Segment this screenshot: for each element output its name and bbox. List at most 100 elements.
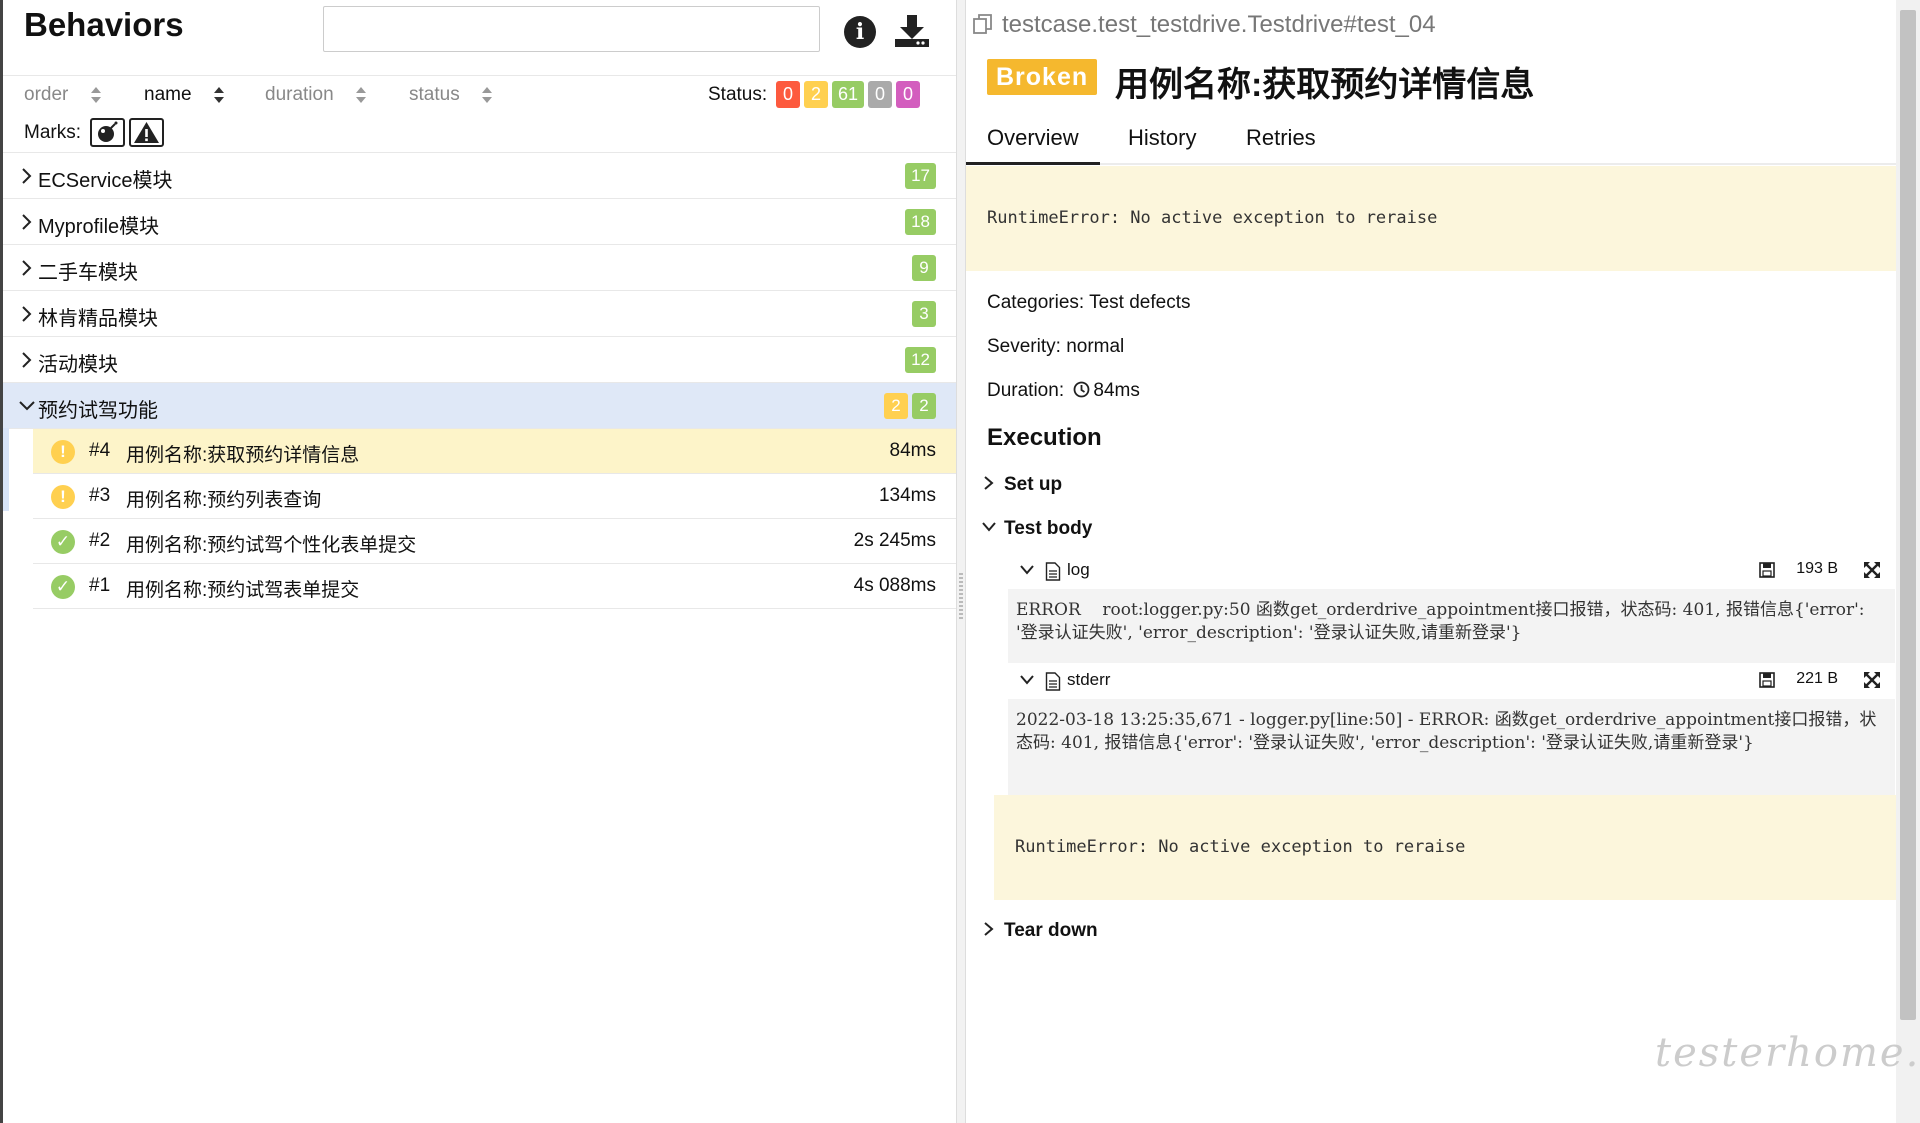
- tab-retries[interactable]: Retries: [1225, 125, 1337, 165]
- sort-bar: order name duration status Status: 0 2 6…: [3, 75, 956, 115]
- attachment-name: stderr: [1067, 670, 1111, 689]
- test-details-pane: testcase.test_testdrive.Testdrive#test_0…: [966, 0, 1896, 1123]
- sort-status-label: status: [409, 84, 460, 105]
- tree-group-label: ECService模块: [38, 170, 173, 192]
- status-broken-badge[interactable]: 2: [804, 81, 828, 108]
- teardown-step[interactable]: Tear down: [982, 920, 1098, 942]
- attachment-header[interactable]: stderr 221 B: [1008, 663, 1895, 699]
- vertical-scrollbar[interactable]: [1896, 0, 1920, 1123]
- test-case-number: #4: [89, 440, 111, 461]
- status-filter-label: Status:: [708, 84, 768, 105]
- duration-text: Duration: 84ms: [987, 380, 1140, 402]
- chevron-down-icon: [19, 401, 35, 411]
- chevron-down-icon: [982, 522, 996, 532]
- attachment-log: log 193 B ERROR root:logger.py:50 函数get_…: [1008, 553, 1895, 663]
- group-count-badge: 9: [912, 255, 936, 281]
- test-uid[interactable]: testcase.test_testdrive.Testdrive#test_0…: [972, 11, 1436, 39]
- chevron-right-icon: [22, 214, 32, 230]
- tree-group-expanded[interactable]: 预约试驾功能 2 2: [3, 383, 956, 429]
- status-passed-badge[interactable]: 61: [832, 81, 865, 108]
- search-input[interactable]: [323, 6, 820, 52]
- chevron-down-icon: [1020, 675, 1034, 685]
- test-case-row[interactable]: ✓ #1 用例名称:预约试驾表单提交 4s 088ms: [33, 564, 956, 609]
- test-case-row[interactable]: ! #3 用例名称:预约列表查询 134ms: [33, 474, 956, 519]
- sort-name[interactable]: name: [144, 84, 225, 106]
- test-case-duration: 4s 088ms: [853, 575, 936, 596]
- save-icon[interactable]: [1759, 562, 1775, 578]
- test-case-row[interactable]: ! #4 用例名称:获取预约详情信息 84ms: [33, 429, 956, 474]
- sort-status[interactable]: status: [409, 84, 493, 106]
- sort-arrows-icon: [481, 86, 493, 104]
- step-error-message-box: RuntimeError: No active exception to rer…: [994, 795, 1896, 900]
- severity-text: Severity: normal: [987, 336, 1125, 357]
- behaviors-header: Behaviors i: [3, 0, 956, 75]
- tree-group[interactable]: ECService模块 17: [3, 153, 956, 199]
- tree-group[interactable]: 林肯精品模块 3: [3, 291, 956, 337]
- error-message: RuntimeError: No active exception to rer…: [987, 208, 1438, 228]
- attachment-stderr: stderr 221 B 2022-03-18 13:25:35,671 - l…: [1008, 663, 1895, 795]
- tree-group[interactable]: 二手车模块 9: [3, 245, 956, 291]
- behaviors-title: Behaviors: [24, 6, 184, 43]
- group-count-badge: 12: [905, 347, 936, 373]
- test-case-number: #3: [89, 485, 111, 506]
- info-icon[interactable]: i: [844, 16, 876, 48]
- test-case-name: 用例名称:获取预约详情信息: [126, 445, 360, 466]
- bomb-icon: [98, 121, 118, 142]
- categories-text: Categories: Test defects: [987, 292, 1191, 313]
- test-title: 用例名称:获取预约详情信息: [1115, 66, 1535, 104]
- tab-overview[interactable]: Overview: [966, 125, 1100, 165]
- file-icon: [1045, 562, 1061, 581]
- sort-order[interactable]: order: [24, 84, 102, 106]
- chevron-down-icon: [1020, 565, 1034, 575]
- pane-resize-handle[interactable]: [956, 0, 966, 1123]
- attachment-header[interactable]: log 193 B: [1008, 553, 1895, 589]
- test-case-row[interactable]: ✓ #2 用例名称:预约试驾个性化表单提交 2s 245ms: [33, 519, 956, 564]
- new-failed-mark-button[interactable]: [129, 118, 164, 147]
- download-icon[interactable]: [893, 13, 931, 49]
- test-case-name: 用例名称:预约试驾个性化表单提交: [126, 535, 417, 556]
- test-case-number: #1: [89, 575, 111, 596]
- attachment-size: 221 B: [1796, 670, 1838, 687]
- save-icon[interactable]: [1759, 672, 1775, 688]
- resize-grip-icon: [959, 573, 963, 621]
- flaky-mark-button[interactable]: [90, 118, 125, 147]
- chevron-right-icon: [984, 922, 994, 936]
- chevron-right-icon: [984, 476, 994, 490]
- scrollbar-thumb[interactable]: [1900, 10, 1916, 1020]
- group-count-badge: 17: [905, 163, 936, 189]
- passed-status-icon: ✓: [51, 530, 75, 554]
- watermark: testerhome.com: [1655, 1030, 1920, 1076]
- sort-duration[interactable]: duration: [265, 84, 367, 106]
- chevron-right-icon: [22, 168, 32, 184]
- group-passed-count-badge: 2: [912, 393, 936, 419]
- tree-group-label: 活动模块: [38, 354, 118, 376]
- sort-duration-label: duration: [265, 84, 334, 105]
- step-error-message: RuntimeError: No active exception to rer…: [1015, 837, 1466, 857]
- tab-history[interactable]: History: [1107, 125, 1217, 165]
- copy-icon[interactable]: [972, 13, 994, 35]
- test-case-duration: 134ms: [878, 485, 936, 506]
- allure-report: Behaviors i order name duration status S…: [0, 0, 1920, 1123]
- status-unknown-badge[interactable]: 0: [896, 81, 921, 108]
- behaviors-pane: Behaviors i order name duration status S…: [0, 0, 956, 1123]
- status-filter-badges: 0 2 61 0 0: [776, 81, 921, 108]
- status-skipped-badge[interactable]: 0: [868, 81, 893, 108]
- expand-icon[interactable]: [1863, 671, 1881, 689]
- test-body-step-label: Test body: [1004, 518, 1093, 539]
- sort-name-label: name: [144, 84, 192, 105]
- sort-arrows-icon: [355, 86, 367, 104]
- selection-indent-marker: [3, 428, 9, 511]
- tree-group-label: 预约试驾功能: [38, 400, 158, 422]
- tree-group[interactable]: 活动模块 12: [3, 337, 956, 383]
- marks-label: Marks:: [24, 122, 81, 143]
- attachment-content: 2022-03-18 13:25:35,671 - logger.py[line…: [1008, 699, 1895, 795]
- test-body-step[interactable]: Test body: [982, 518, 1092, 540]
- duration-value: 84ms: [1093, 380, 1140, 401]
- status-failed-badge[interactable]: 0: [776, 81, 800, 108]
- expand-icon[interactable]: [1863, 561, 1881, 579]
- test-case-name: 用例名称:预约列表查询: [126, 490, 322, 511]
- broken-status-icon: !: [51, 485, 75, 509]
- tree-group[interactable]: Myprofile模块 18: [3, 199, 956, 245]
- setup-step[interactable]: Set up: [982, 474, 1062, 496]
- test-uid-text: testcase.test_testdrive.Testdrive#test_0…: [1002, 11, 1436, 38]
